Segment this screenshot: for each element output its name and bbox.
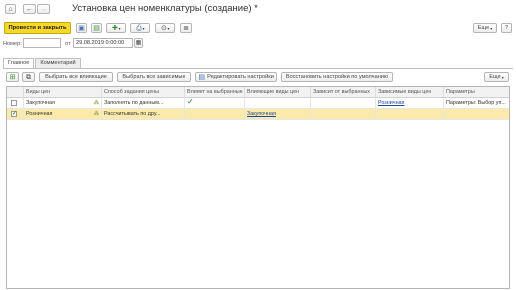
row-method[interactable]: Заполнять по данным... (102, 98, 185, 109)
printer-icon: ⎙ (136, 24, 142, 32)
edit-settings-label: Редактировать настройки (207, 74, 274, 80)
edit-icon: ▤ (198, 73, 205, 81)
table-row[interactable]: Закупочная ⁂ Заполнять по данным... ✓ Роз… (7, 98, 509, 109)
price-type-name: Закупочная (26, 100, 55, 106)
structure-icon: ⊙ (161, 24, 167, 32)
save-button[interactable]: ▣ (76, 23, 87, 33)
chevron-down-icon: ▾ (142, 25, 145, 31)
table-header: Виды цен Способ задания цены Влияет на в… (7, 87, 509, 98)
header-price-type[interactable]: Виды цен (24, 87, 102, 98)
report-button[interactable]: ≣ (180, 23, 192, 33)
price-type-name: Розничная (26, 111, 53, 117)
arrow-left-icon: ← (26, 5, 33, 13)
row-price-type[interactable]: Закупочная ⁂ (24, 98, 102, 109)
print-button[interactable]: ⎙ ▾ (130, 23, 150, 33)
home-button[interactable]: ⌂ (5, 4, 16, 14)
header-check-column (7, 87, 24, 98)
arrow-right-icon: → (40, 5, 47, 13)
help-button[interactable]: ? (501, 23, 512, 33)
row-dependent-link[interactable]: Розничная (376, 98, 444, 109)
row-checkbox-checked-icon[interactable]: ✓ (11, 111, 17, 117)
edit-settings-button[interactable]: ▤ Редактировать настройки (195, 72, 277, 82)
add-row-button[interactable]: ⊞ (6, 72, 19, 82)
header-params[interactable]: Параметры (444, 87, 509, 98)
date-label: от (65, 41, 71, 47)
row-params[interactable] (444, 109, 509, 120)
forward-button[interactable]: → (37, 4, 50, 14)
row-influencing[interactable] (245, 98, 311, 109)
row-depends[interactable] (311, 98, 376, 109)
grid-more-label: Еще (489, 74, 501, 80)
add-icon: ⊞ (9, 73, 16, 81)
copy-row-button[interactable]: ⧉ (22, 72, 35, 82)
number-label: Номер: (3, 41, 22, 47)
row-check-cell[interactable]: ✓ (7, 109, 24, 120)
back-button[interactable]: ← (23, 4, 36, 14)
row-price-type[interactable]: Розничная ⁂ (24, 109, 102, 120)
related-docs-button[interactable]: ⊙ ▾ (155, 23, 175, 33)
tab-comment[interactable]: Комментарий (35, 58, 81, 68)
chevron-down-icon: ▾ (167, 25, 170, 31)
chevron-down-icon: ▾ (118, 25, 121, 31)
select-all-influencing-button[interactable]: Выбрать все влияющие (39, 72, 113, 82)
header-influencing[interactable]: Влияющие виды цен (245, 87, 311, 98)
create-based-on-button[interactable]: ✚ ▾ (106, 23, 126, 33)
row-affects[interactable] (185, 109, 245, 120)
restore-defaults-button[interactable]: Восстановить настройки по умолчанию (281, 72, 393, 82)
more-label: Еще (477, 25, 490, 31)
report-icon: ≣ (183, 24, 189, 32)
row-checkbox[interactable] (11, 100, 17, 106)
number-input[interactable] (23, 38, 61, 48)
row-dependent[interactable] (376, 109, 444, 120)
calendar-icon: ▦ (135, 39, 142, 46)
home-icon: ⌂ (8, 5, 13, 13)
floppy-disk-icon: ▣ (78, 24, 85, 32)
more-button[interactable]: Еще ▾ (473, 23, 497, 33)
price-type-icon: ⁂ (93, 100, 99, 106)
header-affects[interactable]: Влияет на выбранные (185, 87, 245, 98)
price-types-table: Виды цен Способ задания цены Влияет на в… (6, 86, 510, 289)
select-all-dependent-button[interactable]: Выбрать все зависимые (117, 72, 191, 82)
row-params[interactable]: Параметры: Выбор уп... (444, 98, 509, 109)
row-check-cell[interactable] (7, 98, 24, 109)
grid-more-button[interactable]: Еще ▾ (484, 72, 509, 82)
row-affects-checkmark-icon[interactable]: ✓ (185, 98, 245, 109)
tab-divider (3, 68, 513, 69)
row-method[interactable]: Рассчитывать по дру... (102, 109, 185, 120)
create-based-icon: ✚ (112, 24, 118, 32)
calendar-button[interactable]: ▦ (134, 38, 143, 48)
post-and-close-button[interactable]: Провести и закрыть (4, 22, 71, 34)
table-row-selected[interactable]: ✓ Розничная ⁂ Рассчитывать по дру... Заку… (7, 109, 509, 120)
window-title: Установка цен номенклатуры (создание) * (72, 3, 258, 14)
row-depends[interactable] (311, 109, 376, 120)
chevron-down-icon: ▾ (490, 25, 493, 31)
post-document-icon: ▤ (93, 24, 100, 32)
tab-bar: Главное Комментарий (3, 58, 82, 69)
row-influencing-link[interactable]: Закупочная (245, 109, 311, 120)
date-input[interactable]: 29.08.2019 0:00:00 (73, 38, 133, 48)
header-dependent[interactable]: Зависимые виды цен (376, 87, 444, 98)
post-button[interactable]: ▤ (91, 23, 102, 33)
header-depends[interactable]: Зависит от выбранных (311, 87, 376, 98)
chevron-down-icon: ▾ (501, 74, 504, 80)
price-type-icon: ⁂ (93, 111, 99, 117)
header-method[interactable]: Способ задания цены (102, 87, 185, 98)
copy-icon: ⧉ (26, 73, 31, 81)
